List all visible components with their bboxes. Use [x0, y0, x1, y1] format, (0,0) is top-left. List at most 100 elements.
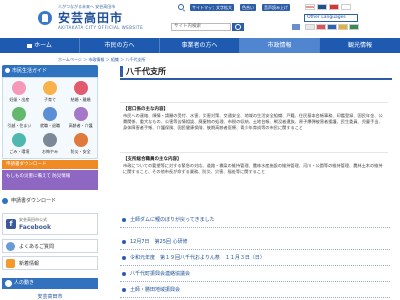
- facebook-icon: f: [6, 219, 16, 229]
- rss-icon: [6, 259, 15, 268]
- news-item[interactable]: 12月7日 第25回 心研修: [120, 234, 390, 250]
- facebook-caption: 安芸高田市公式: [19, 217, 47, 222]
- guide-item[interactable]: 子育て: [36, 80, 65, 104]
- news-item-label: 令和元年度 第１９回八千代およりん祭 １１月３日（日）: [130, 255, 265, 261]
- chinese-flag-icon[interactable]: [329, 4, 339, 10]
- childcare-icon: [42, 81, 57, 95]
- sidebar: 市民生活ガイド 妊娠・出産 子育て 結婚・離婚 引越・住まい 就職・退職 高齢者…: [0, 64, 100, 300]
- population-icon: [5, 280, 12, 287]
- life-guide-title: 市民生活ガイド: [2, 65, 98, 77]
- guide-item[interactable]: ごみ・環境: [5, 132, 34, 156]
- site-roman-name: AKITAKATA CITY OFFICIAL WEBSITE: [58, 25, 144, 30]
- info-heading: 【支所総合職員の主な内容】: [123, 157, 182, 162]
- news-item[interactable]: 土師ダムに鯉のぼりが戻ってきました: [120, 212, 390, 228]
- guide-item-label: 高齢者・介護: [68, 123, 93, 128]
- guide-item-label: お悔やみ: [41, 149, 58, 154]
- main-content: 八千代支所 【窓口係の主な内容】 市民への連絡、陳情・請願の受付、水害、災害対策…: [120, 64, 392, 300]
- population-header[interactable]: 人の動き: [2, 278, 98, 289]
- download-label: 申請書ダウンロード: [11, 198, 57, 204]
- other-languages-button[interactable]: Other Languages: [304, 14, 358, 22]
- marriage-icon: [73, 81, 88, 95]
- guide-item[interactable]: 妊娠・出産: [5, 80, 34, 104]
- bullet-icon: [122, 239, 126, 244]
- elderly-care-icon: [73, 107, 88, 121]
- font-icon[interactable]: [292, 24, 300, 30]
- download-icon: [2, 197, 8, 204]
- guide-item-label: 就職・退職: [39, 123, 60, 128]
- faq-label: よくあるご質問: [19, 244, 55, 250]
- news-item-label: 八千代町振興会連絡協議会: [130, 271, 191, 277]
- download-link[interactable]: 申請書ダウンロード: [2, 196, 98, 206]
- search-button[interactable]: [232, 23, 244, 31]
- disaster-info-banner[interactable]: もしもの災害に備えて 防災情報: [2, 170, 98, 190]
- flag-icon[interactable]: [338, 24, 348, 30]
- magnify-icon: [178, 4, 184, 10]
- flag-icon[interactable]: [305, 24, 315, 30]
- faq-link[interactable]: よくあるご質問: [2, 239, 98, 253]
- info-text: 市民への連絡、陳情・請願の受付、水害、災害対策、交通安全、地域の生活安全組織、戸…: [123, 113, 383, 130]
- nav-home-label: ホーム: [34, 42, 52, 49]
- speech-button[interactable]: 音声読み上げ: [262, 4, 290, 11]
- news-item[interactable]: 八千代町振興会連絡協議会: [120, 266, 390, 282]
- english-flag-icon[interactable]: [317, 4, 327, 10]
- population-label: 人の動き: [14, 280, 35, 286]
- moving-icon: [12, 107, 27, 121]
- home-icon: [27, 43, 33, 48]
- city-logo-icon[interactable]: [38, 11, 52, 25]
- bullet-icon: [122, 255, 126, 260]
- guide-item-label: 引越・住まい: [7, 123, 32, 128]
- news-item-label: 土師・勝田地域振興会: [130, 287, 181, 293]
- news-item[interactable]: 土師・勝田地域振興会: [120, 282, 390, 298]
- nav-citizens[interactable]: 市民の方へ: [80, 38, 160, 53]
- japanese-flag-icon[interactable]: [305, 4, 315, 10]
- guide-item[interactable]: 就職・退職: [36, 106, 65, 130]
- faq-icon: [6, 242, 15, 251]
- news-item[interactable]: 令和元年度 第１９回八千代およりん祭 １１月３日（日）: [120, 250, 390, 266]
- language-icons: [305, 24, 359, 30]
- site-name[interactable]: 安芸高田市: [58, 9, 123, 26]
- guide-item-label: 結婚・離婚: [70, 97, 91, 102]
- nav-business[interactable]: 事業者の方へ: [160, 38, 240, 53]
- employment-icon: [42, 107, 57, 121]
- info-block: 【窓口係の主な内容】 市民への連絡、陳情・請願の受付、水害、災害対策、交通安全、…: [120, 102, 388, 148]
- guide-item-label: 子育て: [43, 97, 56, 102]
- facebook-name: Facebook: [19, 224, 51, 231]
- application-banner[interactable]: 申請書ダウンロード: [2, 160, 98, 169]
- guide-item-label: 妊娠・出産: [9, 97, 30, 102]
- korean-flag-icon[interactable]: [341, 4, 351, 10]
- bullet-icon: [122, 271, 126, 276]
- text-size-button[interactable]: 文字拡大: [214, 4, 234, 11]
- accessibility-icons: [292, 24, 300, 30]
- flag-icon[interactable]: [316, 24, 326, 30]
- disaster-prevention-icon: [73, 133, 88, 147]
- search-input[interactable]: サイト内検索: [171, 23, 231, 31]
- facebook-link[interactable]: f 安芸高田市公式 Facebook: [2, 213, 98, 235]
- info-block: 【支所総合職員の主な内容】 市政についての要望等に対する緊急の対応、道路・橋梁の…: [120, 152, 388, 204]
- bullet-icon: [122, 287, 126, 292]
- nav-city-government[interactable]: 市政情報: [240, 38, 320, 53]
- flag-icon[interactable]: [349, 24, 359, 30]
- rss-link[interactable]: 新着情報: [2, 256, 98, 270]
- info-text: 市政についての要望等に対する緊急の対応、道路・橋梁の維持管理、農林水産施設の維持…: [123, 163, 383, 174]
- bullet-icon: [122, 217, 126, 222]
- nav-home[interactable]: ホーム: [0, 38, 80, 53]
- guide-item[interactable]: 高齢者・介護: [66, 106, 95, 130]
- guide-item[interactable]: 結婚・離婚: [66, 80, 95, 104]
- breadcrumb[interactable]: ホームページ ＞ 市政情報 ＞ 組織 ＞ 八千代支所: [58, 57, 145, 63]
- rss-label: 新着情報: [19, 261, 40, 267]
- guide-item-label: ごみ・環境: [9, 149, 30, 154]
- guide-item[interactable]: 防災・安全: [66, 132, 95, 156]
- guide-item[interactable]: お悔やみ: [36, 132, 65, 156]
- color-button[interactable]: 色合い: [240, 4, 256, 11]
- main-nav: ホーム 市民の方へ 事業者の方へ 市政情報 観光情報: [0, 38, 400, 53]
- city-name-footer: 安芸高田市: [37, 294, 63, 300]
- language-flags: [305, 4, 351, 10]
- guide-item[interactable]: 引越・住まい: [5, 106, 34, 130]
- condolence-icon: [42, 133, 57, 147]
- page-title: 八千代支所: [120, 64, 392, 80]
- guide-item-label: 防災・安全: [70, 149, 91, 154]
- nav-tourism[interactable]: 観光情報: [320, 38, 400, 53]
- news-item-label: 土師ダムに鯉のぼりが戻ってきました: [130, 217, 215, 223]
- life-guide-grid: 妊娠・出産 子育て 結婚・離婚 引越・住まい 就職・退職 高齢者・介護 ごみ・環…: [2, 77, 98, 159]
- flag-icon[interactable]: [327, 24, 337, 30]
